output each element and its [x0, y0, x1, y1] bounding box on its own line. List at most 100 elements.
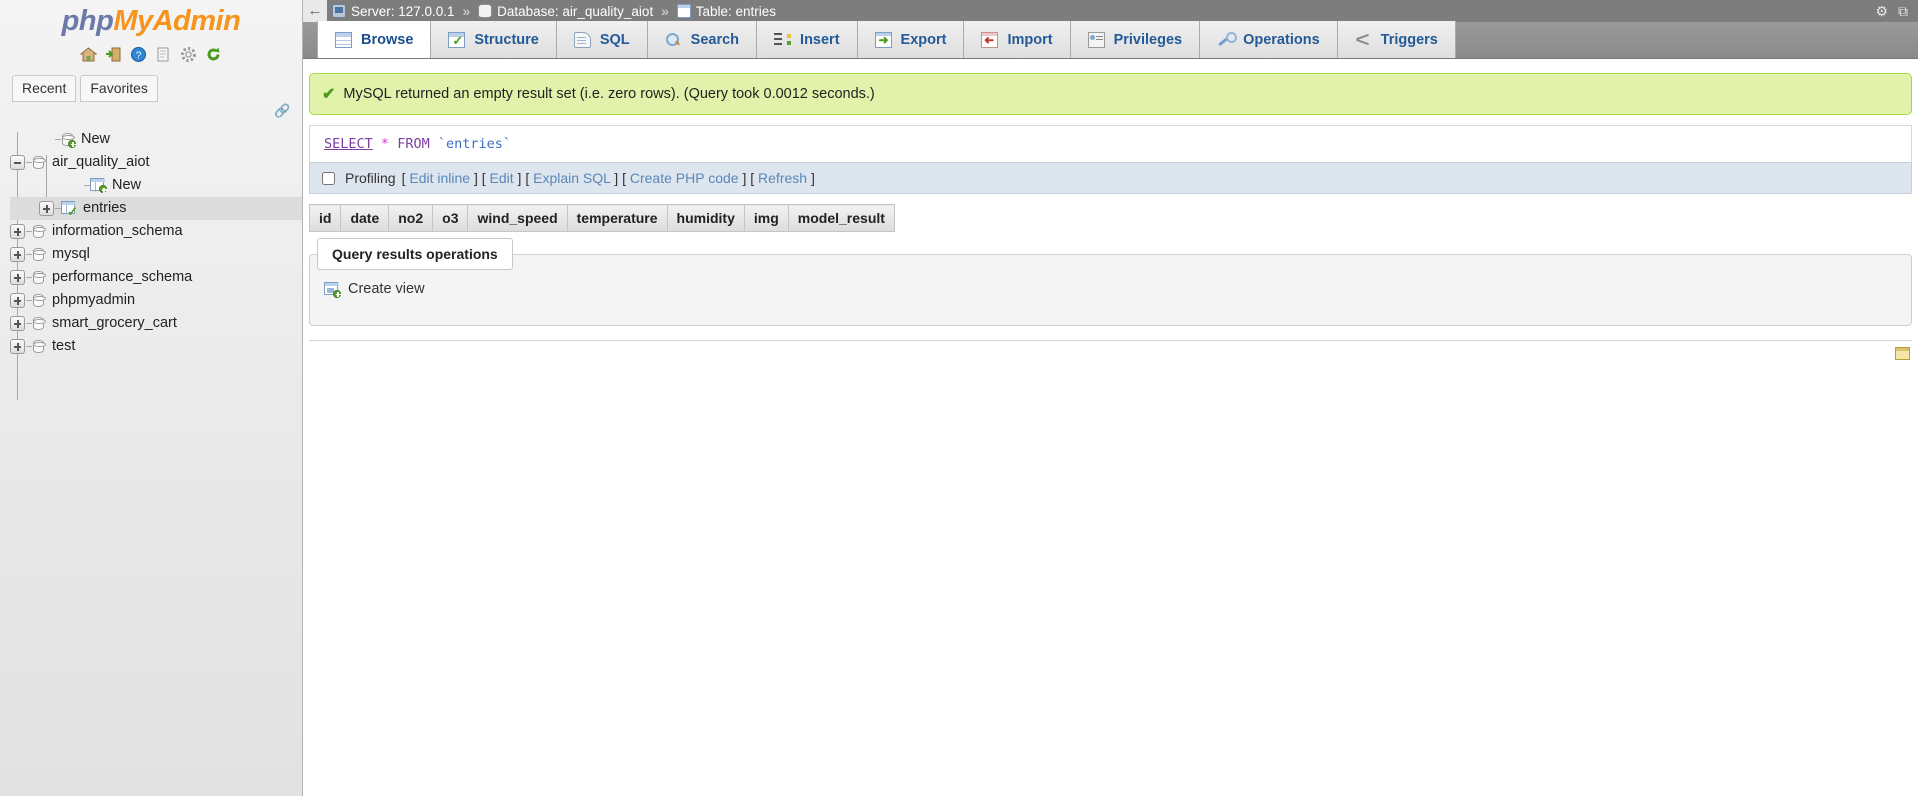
tree-item-label[interactable]: New — [112, 177, 141, 193]
query-results-operations-body: Create view — [309, 254, 1912, 326]
gear-icon[interactable] — [180, 46, 197, 63]
profiling-links: [ Edit inline ] [ Edit ] [ Explain SQL ]… — [402, 170, 815, 186]
logo-myadmin-text: MyAdmin — [113, 5, 241, 37]
tree-item-new[interactable]: New — [10, 128, 302, 151]
tree-item-information-schema[interactable]: information_schema — [10, 220, 302, 243]
expand-icon[interactable] — [10, 315, 25, 331]
column-header-humidity[interactable]: humidity — [666, 204, 745, 232]
tab-insert[interactable]: Insert — [757, 21, 858, 58]
tab-operations[interactable]: Operations — [1200, 21, 1338, 58]
profiling-label: Profiling — [345, 170, 396, 186]
sql-keyword-select: SELECT — [324, 136, 373, 152]
column-header-id[interactable]: id — [308, 204, 342, 232]
phpmyadmin-window: phpMyAdmin ? Recent Favorites 🔗 New air_… — [0, 0, 1918, 796]
console-icon[interactable] — [1895, 347, 1910, 360]
expand-icon[interactable] — [10, 223, 25, 239]
logout-icon[interactable] — [105, 46, 122, 63]
tab-triggers[interactable]: Triggers — [1337, 21, 1456, 58]
structure-icon — [448, 31, 466, 48]
tree-item-test[interactable]: test — [10, 335, 302, 358]
content-area: ✔ MySQL returned an empty result set (i.… — [303, 73, 1918, 368]
tab-label: Browse — [361, 31, 414, 48]
tree-item-label[interactable]: information_schema — [52, 223, 183, 239]
tree-item-entries[interactable]: ✓ entries — [10, 196, 302, 220]
tree-item-label[interactable]: mysql — [52, 246, 90, 262]
expand-icon[interactable] — [10, 292, 25, 308]
recent-favorites-tabs: Recent Favorites — [0, 74, 302, 102]
tree-item-label[interactable]: entries — [83, 200, 127, 216]
sql-icon — [573, 31, 591, 48]
expand-icon[interactable] — [10, 246, 25, 262]
tree-item-air-quality-aiot[interactable]: air_quality_aiot — [10, 151, 302, 174]
tab-recent[interactable]: Recent — [12, 74, 77, 102]
breadcrumb-separator-2: » — [661, 3, 669, 19]
column-header-model_result[interactable]: model_result — [787, 204, 895, 232]
database-icon — [478, 4, 493, 18]
breadcrumb-table[interactable]: Table: entries — [672, 4, 781, 19]
database-tree: New air_quality_aiot New ✓ entries informatio… — [0, 128, 302, 400]
profiling-checkbox[interactable] — [322, 171, 335, 185]
tree-item-label[interactable]: phpmyadmin — [52, 292, 135, 308]
documentation-link-icon[interactable]: ⧉ — [1898, 3, 1908, 20]
tree-item-label[interactable]: performance_schema — [52, 269, 192, 285]
breadcrumb-database[interactable]: Database: air_quality_aiot — [473, 4, 658, 19]
profiling-row: Profiling [ Edit inline ] [ Edit ] [ Exp… — [309, 162, 1912, 194]
collapse-icon[interactable] — [10, 154, 25, 170]
bracket-open: [ — [746, 170, 759, 186]
tab-import[interactable]: Import — [964, 21, 1071, 58]
profiling-link-create-php-code[interactable]: Create PHP code — [630, 170, 739, 186]
sql-keyword-from: FROM — [397, 136, 430, 152]
tree-item-label[interactable]: smart_grocery_cart — [52, 315, 177, 331]
reload-icon[interactable] — [205, 46, 222, 63]
column-header-o3[interactable]: o3 — [432, 204, 469, 232]
tab-label: Operations — [1243, 31, 1320, 48]
column-header-wind_speed[interactable]: wind_speed — [467, 204, 568, 232]
documentation-icon[interactable] — [155, 46, 172, 63]
breadcrumb-server[interactable]: Server: 127.0.0.1 — [327, 4, 460, 19]
insert-icon — [774, 32, 792, 48]
tree-item-smart-grocery-cart[interactable]: smart_grocery_cart — [10, 312, 302, 335]
column-header-img[interactable]: img — [743, 204, 789, 232]
tab-label: Insert — [800, 31, 840, 48]
profiling-link-refresh[interactable]: Refresh — [758, 170, 807, 186]
svg-text:?: ? — [136, 51, 142, 62]
tab-privileges[interactable]: Privileges — [1070, 21, 1201, 58]
profiling-link-edit[interactable]: Edit — [490, 170, 514, 186]
sidebar-nav-icons: ? — [0, 45, 302, 65]
expand-icon[interactable] — [10, 269, 25, 285]
bracket-close: ] — [470, 170, 478, 186]
tree-item-label[interactable]: air_quality_aiot — [52, 154, 150, 170]
back-button[interactable]: ← — [303, 0, 327, 22]
tab-sql[interactable]: SQL — [556, 21, 648, 58]
expand-icon[interactable] — [10, 338, 25, 354]
breadcrumb-table-label: Table: entries — [695, 3, 777, 19]
tree-item-label[interactable]: test — [52, 338, 75, 354]
column-header-no2[interactable]: no2 — [388, 204, 434, 232]
tree-item-label[interactable]: New — [81, 131, 110, 147]
tree-item-performance-schema[interactable]: performance_schema — [10, 266, 302, 289]
home-icon[interactable] — [79, 46, 98, 63]
profiling-link-edit-inline[interactable]: Edit inline — [409, 170, 470, 186]
tree-item-mysql[interactable]: mysql — [10, 243, 302, 266]
breadcrumb: ← Server: 127.0.0.1 » Database: air_qual… — [303, 0, 1918, 22]
profiling-link-explain-sql[interactable]: Explain SQL — [533, 170, 610, 186]
column-header-date[interactable]: date — [340, 204, 390, 232]
tab-favorites[interactable]: Favorites — [80, 74, 158, 102]
tab-structure[interactable]: Structure — [431, 21, 557, 58]
tab-browse[interactable]: Browse — [317, 21, 432, 58]
expand-icon[interactable] — [39, 200, 54, 216]
breadcrumb-actions: ⚙ ⧉ — [1875, 3, 1918, 20]
tab-label: Export — [900, 31, 947, 48]
tree-item-new[interactable]: New — [10, 174, 302, 197]
create-view-link[interactable]: Create view — [324, 281, 425, 298]
help-icon[interactable]: ? — [130, 46, 147, 63]
sql-query-display[interactable]: SELECT * FROM `entries` — [309, 125, 1912, 162]
tree-item-phpmyadmin[interactable]: phpmyadmin — [10, 289, 302, 312]
column-header-temperature[interactable]: temperature — [566, 204, 668, 232]
tab-export[interactable]: Export — [857, 21, 965, 58]
link-icon[interactable]: 🔗 — [274, 104, 290, 117]
tab-search[interactable]: Search — [647, 21, 758, 58]
database-icon — [32, 247, 46, 262]
settings-gear-icon[interactable]: ⚙ — [1875, 3, 1888, 20]
phpmyadmin-logo[interactable]: phpMyAdmin — [0, 0, 302, 38]
